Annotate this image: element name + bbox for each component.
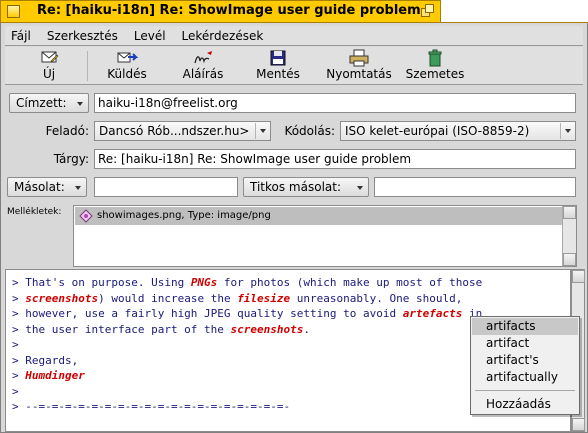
body-text-span: ) would increase the <box>98 291 238 305</box>
attachments-scrollbar[interactable] <box>562 206 576 266</box>
chevron-down-icon <box>255 123 267 139</box>
image-file-icon <box>79 209 93 223</box>
window-title-tab[interactable]: Re: [haiku-i18n] Re: ShowImage user guid… <box>0 0 441 22</box>
misspelled-word: Humdinger <box>25 369 85 382</box>
zoom-front-icon <box>425 4 434 13</box>
bcc-button[interactable]: Titkos másolat: <box>243 177 369 197</box>
print-icon <box>349 49 369 67</box>
misspelled-word: PNGs <box>190 276 218 289</box>
suggestion-artifact[interactable]: artifact <box>472 335 578 352</box>
body-text-span: > <box>12 369 26 382</box>
attachments-list[interactable]: showimages.png, Type: image/png <box>73 205 577 267</box>
attachments-label: Mellékletek: <box>7 207 62 217</box>
scroll-down-icon[interactable] <box>563 253 576 266</box>
encoding-select[interactable]: ISO kelet-európai (ISO-8859-2) <box>340 121 576 141</box>
misspelled-word: screenshots <box>230 322 304 336</box>
body-text-span: > --=-=-=-=-=-=-=-=-=-=-=-=-=-=-=-=-=-=-… <box>12 400 291 413</box>
close-button[interactable] <box>7 5 20 18</box>
body-text-span: > <box>12 384 19 398</box>
window-title: Re: [haiku-i18n] Re: ShowImage user guid… <box>37 3 421 18</box>
scroll-up-icon[interactable] <box>563 206 576 219</box>
send-button[interactable]: Küldés <box>97 49 157 83</box>
chevron-down-icon <box>77 102 83 106</box>
from-select[interactable]: Dancsó Rób...ndszer.hu> <box>94 121 271 141</box>
trash-button[interactable]: Szemetes <box>403 49 467 83</box>
body-line: > That's on purpose. Using PNGs for phot… <box>12 275 570 291</box>
body-text-span: > <box>12 291 26 305</box>
body-text-span: unreasonably. One should, <box>290 291 463 305</box>
save-icon <box>270 50 286 66</box>
scroll-up-icon[interactable] <box>572 270 585 283</box>
menu-bar: Fájl Szerkesztés Levél Lekérdezések <box>5 26 583 46</box>
signature-button[interactable]: Aláírás <box>175 49 231 83</box>
scroll-down-icon[interactable] <box>572 418 585 431</box>
new-mail-icon <box>41 51 59 63</box>
menu-queries[interactable]: Lekérdezések <box>174 26 272 45</box>
body-line: > screenshots) would increase the filesi… <box>12 291 570 307</box>
body-text-span: > Regards, <box>12 353 79 367</box>
suggestion-artifact-s[interactable]: artifact's <box>472 352 578 369</box>
body-text-span: > however, use a fairly high JPEG qualit… <box>12 307 403 320</box>
menu-message[interactable]: Levél <box>126 26 174 45</box>
attachment-item[interactable]: showimages.png, Type: image/png <box>75 207 562 225</box>
body-text-span: . <box>303 322 311 336</box>
subject-label: Tárgy: <box>53 152 89 166</box>
suggestion-artifacts[interactable]: artifacts <box>472 318 578 335</box>
trash-icon <box>428 49 442 67</box>
to-field[interactable]: haiku-i18n@freelist.org <box>94 93 576 113</box>
bcc-field[interactable] <box>374 177 576 197</box>
from-label: Feladó: <box>45 124 89 138</box>
subject-field[interactable]: Re: [haiku-i18n] Re: ShowImage user guid… <box>94 149 576 169</box>
suggestion-artifactually[interactable]: artifactually <box>472 369 578 386</box>
chevron-down-icon <box>357 186 363 190</box>
menu-edit[interactable]: Szerkesztés <box>39 26 126 45</box>
add-to-dictionary[interactable]: Hozzáadás <box>472 396 578 413</box>
toolbar: Új Küldés Aláírás Mentés Nyomtatás Szeme… <box>5 47 583 85</box>
cc-field[interactable] <box>94 177 238 197</box>
menu-file[interactable]: Fájl <box>5 26 39 45</box>
chevron-down-icon <box>75 186 81 190</box>
misspelled-word: artefacts <box>402 307 463 320</box>
encoding-label: Kódolás: <box>284 124 335 138</box>
send-icon <box>117 52 138 63</box>
body-text-span: > <box>12 338 19 351</box>
body-text-span: > That's on purpose. Using <box>12 276 191 289</box>
save-button[interactable]: Mentés <box>250 49 306 83</box>
new-button[interactable]: Új <box>25 49 73 83</box>
to-button[interactable]: Címzett: <box>9 93 89 113</box>
body-text-span: > the user interface part of the <box>12 322 231 336</box>
misspelled-word: filesize <box>237 291 291 305</box>
cc-button[interactable]: Másolat: <box>7 177 87 197</box>
zoom-button[interactable] <box>421 4 435 18</box>
toolbar-separator <box>87 51 88 81</box>
misspelled-word: screenshots <box>25 291 99 305</box>
menu-separator <box>475 390 575 391</box>
print-button[interactable]: Nyomtatás <box>323 49 395 83</box>
signature-icon <box>194 51 212 64</box>
body-text-span: for photos (which make up most of those <box>217 276 483 289</box>
chevron-down-icon <box>560 123 572 139</box>
spellcheck-context-menu: artifacts artifact artifact's artifactua… <box>470 316 580 415</box>
